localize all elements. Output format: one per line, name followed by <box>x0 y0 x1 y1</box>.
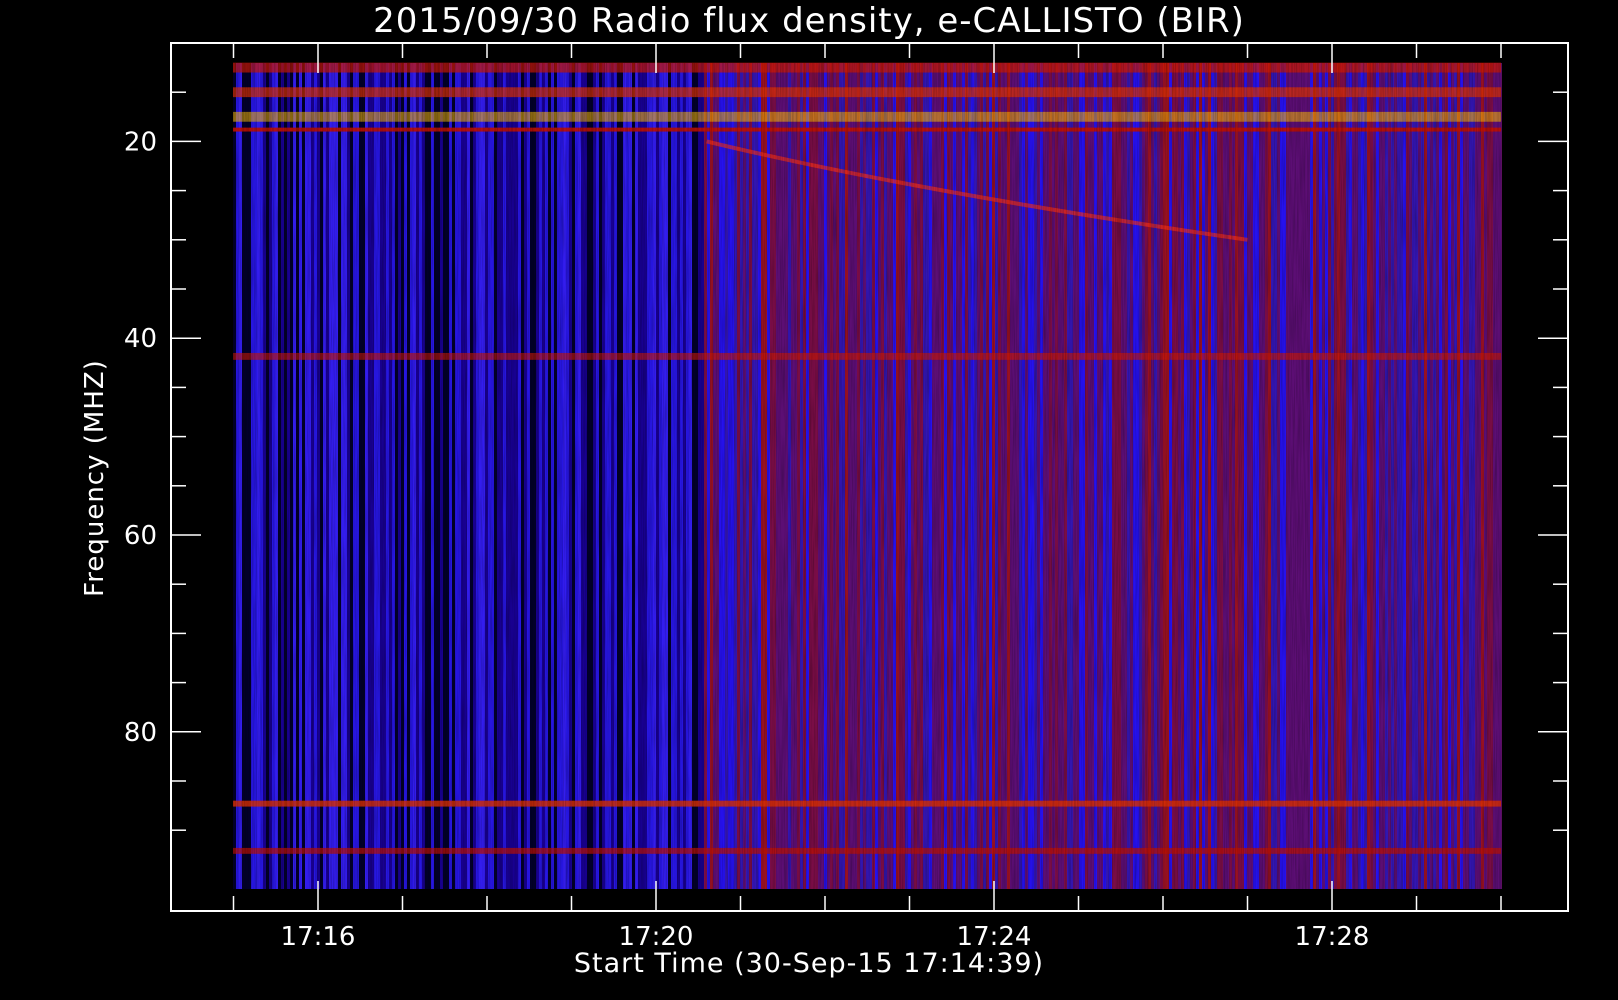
y-tick-label: 20 <box>124 127 157 157</box>
x-tick-label: 17:24 <box>957 922 1032 952</box>
x-tick-label: 17:20 <box>619 922 694 952</box>
spectrogram-noise <box>233 63 1501 889</box>
y-tick-label: 60 <box>124 521 157 551</box>
spectrogram-plot: 20 40 60 80 17:16 17:20 17:24 17:28 <box>124 42 1569 952</box>
x-tick-label: 17:16 <box>281 922 356 952</box>
x-tick-label: 17:28 <box>1295 922 1370 952</box>
y-tick-label: 80 <box>124 718 157 748</box>
y-tick-label: 40 <box>124 324 157 354</box>
